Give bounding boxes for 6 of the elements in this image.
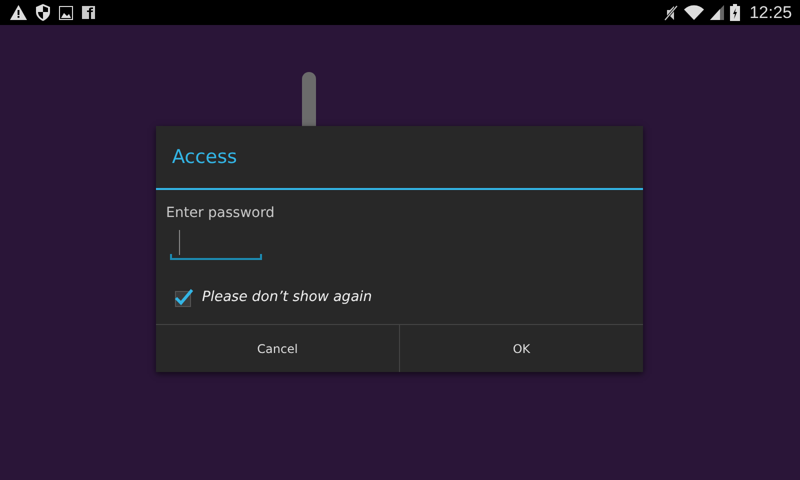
checkbox-label[interactable]: Please don’t show again bbox=[202, 289, 372, 305]
dialog-button[interactable]: OK bbox=[399, 325, 643, 372]
prompt-label: Enter password bbox=[166, 205, 276, 221]
clock-time: 12:25 bbox=[749, 2, 792, 22]
dialog-title: Access bbox=[156, 126, 643, 190]
dialog-button[interactable]: Cancel bbox=[156, 325, 399, 372]
